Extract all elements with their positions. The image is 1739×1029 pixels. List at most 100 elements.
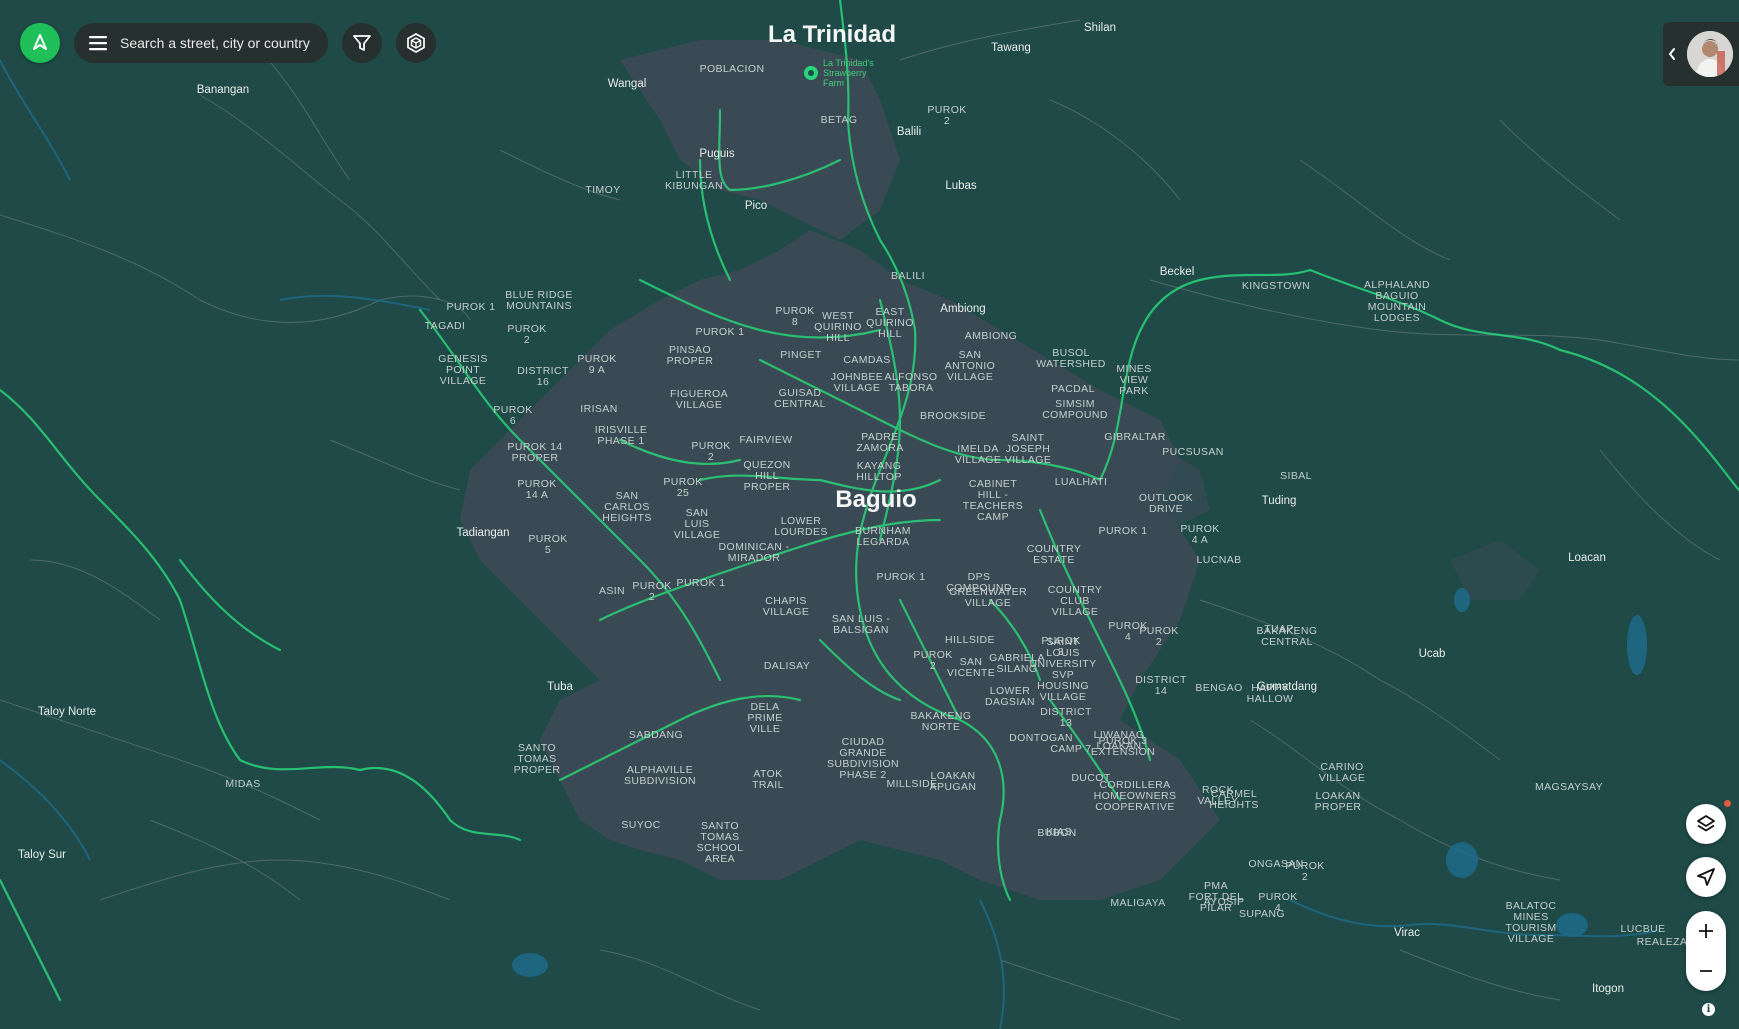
neighborhood-label: IRISAN — [580, 403, 617, 415]
neighborhood-label: CHAPIS VILLAGE — [763, 595, 810, 618]
neighborhood-label: CARINO VILLAGE — [1319, 761, 1366, 784]
place-label: Taloy Sur — [18, 849, 66, 861]
neighborhood-label: PUROK 1 — [677, 577, 726, 589]
neighborhood-label: FAIRVIEW — [739, 434, 792, 446]
neighborhood-label: SUPANG — [1239, 908, 1285, 920]
heatmap-layers-button[interactable] — [396, 23, 436, 63]
neighborhood-label: MINES VIEW PARK — [1116, 363, 1151, 397]
neighborhood-label: POBLACION — [700, 63, 765, 75]
neighborhood-label: TIMOY — [585, 184, 620, 196]
neighborhood-label: CORDILLERA HOMEOWNERS COOPERATIVE — [1094, 779, 1177, 813]
neighborhood-label: SUYOC — [621, 819, 660, 831]
place-label: Ucab — [1419, 648, 1446, 660]
profile-panel-toggle[interactable] — [1663, 22, 1739, 86]
place-label: Tadiangan — [456, 527, 509, 539]
neighborhood-label: BETAG — [821, 114, 858, 126]
neighborhood-label: HAPPY HALLOW — [1247, 682, 1294, 705]
menu-icon[interactable] — [88, 35, 108, 51]
search-bar[interactable] — [74, 23, 328, 63]
neighborhood-label: KAYANG HILLTOP — [856, 460, 902, 483]
place-label: Tuba — [547, 681, 573, 693]
neighborhood-label: GIBRALTAR — [1104, 431, 1166, 443]
zoom-in-button[interactable] — [1686, 911, 1726, 951]
neighborhood-label: PUROK 1 — [1099, 525, 1148, 537]
filter-button[interactable] — [342, 23, 382, 63]
neighborhood-label: BUSOL WATERSHED — [1036, 347, 1106, 370]
neighborhood-label: BLUE RIDGE MOUNTAINS — [505, 289, 573, 312]
neighborhood-label: LOWER LOURDES — [774, 515, 828, 538]
urban-area — [460, 40, 1540, 900]
search-input[interactable] — [118, 34, 312, 52]
zoom-out-button[interactable] — [1686, 951, 1726, 991]
layers-hex-icon — [407, 33, 425, 53]
neighborhood-label: PUROK 3 EXTENSION — [1091, 735, 1155, 758]
neighborhood-label: CAMP 7 — [1050, 743, 1091, 755]
map-canvas[interactable]: La Trinidad's Strawberry Farm La Trinida… — [0, 0, 1739, 1029]
neighborhood-label: PUROK 14 PROPER — [507, 441, 562, 464]
neighborhood-label: KINGSTOWN — [1242, 280, 1310, 292]
neighborhood-label: PINSAO PROPER — [667, 344, 714, 367]
place-label: Taloy Norte — [38, 706, 96, 718]
filter-icon — [353, 35, 371, 51]
zoom-control — [1686, 911, 1726, 991]
neighborhood-label: ROCK VALLEY — [1197, 784, 1238, 807]
neighborhood-label: AYOSIP — [1204, 896, 1245, 908]
neighborhood-label: DISTRICT 14 — [1135, 674, 1187, 697]
layers-button[interactable] — [1686, 804, 1726, 844]
neighborhood-label: FIGUEROA VILLAGE — [670, 388, 728, 411]
chevron-left-icon[interactable] — [1667, 47, 1677, 61]
neighborhood-label: IMELDA VILLAGE — [955, 443, 1002, 466]
city-label: La Trinidad — [768, 21, 896, 48]
place-label: Tawang — [991, 42, 1031, 54]
neighborhood-label: BAKAKENG CENTRAL — [1257, 625, 1318, 648]
neighborhood-label: BROOKSIDE — [920, 410, 986, 422]
place-label: Ambiong — [940, 303, 985, 315]
compass-arrow-icon — [33, 34, 47, 50]
neighborhood-label: CAMDAS — [843, 354, 890, 366]
place-label: Beckel — [1160, 266, 1195, 278]
neighborhood-label: HILLSIDE — [945, 634, 995, 646]
neighborhood-label: LUCBUE — [1621, 923, 1666, 935]
neighborhood-label: ATOK TRAIL — [752, 768, 784, 791]
neighborhood-label: DALISAY — [764, 660, 810, 672]
neighborhood-label: PACDAL — [1051, 383, 1095, 395]
neighborhood-label: GENESIS POINT VILLAGE — [438, 353, 487, 387]
avatar[interactable] — [1687, 31, 1733, 77]
place-label: Wangal — [608, 78, 647, 90]
neighborhood-label: DOMINICAN -MIRADOR — [719, 541, 790, 564]
neighborhood-label: SIBAL — [1280, 470, 1312, 482]
neighborhood-label: GUISAD CENTRAL — [774, 387, 826, 410]
place-label: Puguis — [699, 148, 734, 160]
neighborhood-label: LUCNAB — [1197, 554, 1242, 566]
locate-me-button[interactable] — [1686, 857, 1726, 897]
neighborhood-label: PUROK 2 — [1285, 860, 1324, 883]
info-button[interactable]: i — [1702, 1003, 1715, 1016]
place-label: Itogon — [1592, 983, 1624, 995]
place-label: Banangan — [197, 84, 249, 96]
notification-dot — [1724, 800, 1731, 807]
neighborhood-label: ASIN — [599, 585, 625, 597]
stack-layers-icon — [1697, 815, 1715, 832]
neighborhood-label: DELA PRIME VILLE — [747, 701, 782, 735]
neighborhood-label: SAINT JOSEPH VILLAGE — [1005, 432, 1052, 466]
navigation-arrow-icon — [1697, 868, 1715, 886]
plus-icon — [1699, 924, 1713, 938]
neighborhood-label: IRISVILLE PHASE 1 — [595, 424, 648, 447]
poi-label-line: Farm — [823, 78, 844, 88]
neighborhood-label: SABDANG — [629, 729, 683, 741]
neighborhood-label: LOWER DAGSIAN — [985, 685, 1035, 708]
neighborhood-label: PUROK 1 — [877, 571, 926, 583]
neighborhood-label: PUROK 1 — [696, 326, 745, 338]
neighborhood-label: ALPHALAND BAGUIO MOUNTAIN LODGES — [1364, 279, 1430, 324]
neighborhood-label: ALPHAVILLE SUBDIVISION — [624, 764, 696, 787]
poi-label-line: La Trinidad's — [823, 58, 874, 68]
place-label: Lubas — [945, 180, 977, 192]
app-logo-button[interactable] — [20, 23, 60, 63]
neighborhood-label: BALILI — [891, 270, 925, 282]
neighborhood-label: MALIGAYA — [1110, 897, 1165, 909]
place-label: Shilan — [1084, 22, 1116, 34]
neighborhood-label: SAN LUIS -BALSIGAN — [832, 613, 890, 636]
neighborhood-label: AMBIONG — [965, 330, 1017, 342]
neighborhood-label: JOHNBEE VILLAGE — [831, 371, 883, 394]
neighborhood-label: PINGET — [780, 349, 822, 361]
